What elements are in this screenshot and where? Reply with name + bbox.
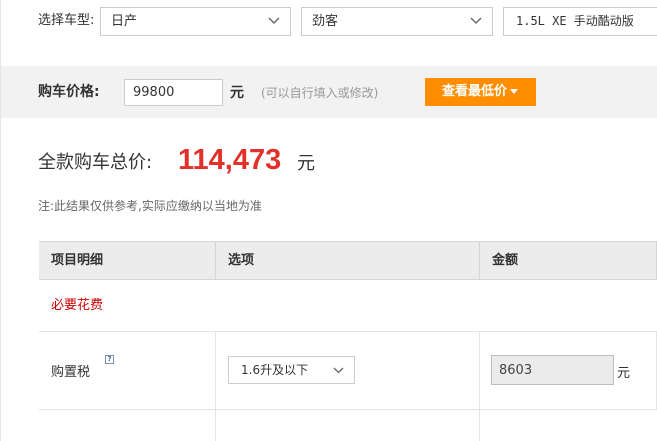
model-select[interactable]: 1.5L XE 手动酷动版: [503, 7, 657, 36]
model-selector-row: 选择车型: 日产 劲客 1.5L XE 手动酷动版: [0, 0, 657, 44]
chevron-down-icon: [333, 367, 344, 374]
series-select[interactable]: 劲客: [301, 7, 493, 36]
cell-divider: [215, 410, 216, 441]
total-price-value: 114,473: [178, 144, 282, 176]
column-header-amount: 金额: [479, 242, 657, 279]
disclaimer-note: 注:此结果仅供参考,实际应缴纳以当地为准: [38, 199, 262, 213]
chevron-down-icon: [268, 17, 280, 24]
cell-divider: [479, 410, 480, 441]
purchase-tax-unit: 元: [617, 366, 631, 381]
best-price-button-label: 查看最低价: [442, 84, 508, 99]
total-price-label: 全款购车总价:: [38, 152, 153, 173]
purchase-tax-amount-input[interactable]: [491, 355, 614, 385]
series-select-value: 劲客: [312, 14, 339, 29]
price-hint: (可以自行填入或修改): [261, 86, 379, 100]
column-header-option: 选项: [215, 242, 479, 279]
table-header: 项目明细 选项 金额: [39, 241, 657, 280]
price-input[interactable]: [124, 79, 223, 106]
chevron-down-icon: [470, 17, 482, 24]
cell-divider: [215, 332, 216, 410]
price-label: 购车价格:: [38, 84, 100, 100]
price-band: 购车价格: 元 (可以自行填入或修改) 查看最低价: [1, 66, 657, 118]
price-unit: 元: [230, 85, 244, 101]
total-price-unit: 元: [297, 153, 315, 174]
table-section-row: 必要花费: [39, 280, 657, 332]
displacement-select[interactable]: 1.6升及以下: [228, 356, 355, 384]
purchase-tax-label-text: 购置税: [51, 365, 91, 380]
brand-select[interactable]: 日产: [100, 7, 291, 36]
section-title-required-costs: 必要花费: [51, 298, 104, 313]
model-selector-label: 选择车型:: [38, 13, 95, 28]
best-price-button[interactable]: 查看最低价: [425, 78, 536, 106]
cell-divider: [479, 332, 480, 410]
brand-select-value: 日产: [111, 14, 138, 29]
help-icon[interactable]: ?: [105, 355, 114, 364]
model-select-value: 1.5L XE 手动酷动版: [516, 14, 634, 28]
purchase-tax-label: 购置税 ?: [51, 355, 114, 380]
displacement-select-value: 1.6升及以下: [241, 363, 309, 377]
column-header-item: 项目明细: [51, 253, 104, 268]
caret-down-icon: [510, 89, 518, 94]
